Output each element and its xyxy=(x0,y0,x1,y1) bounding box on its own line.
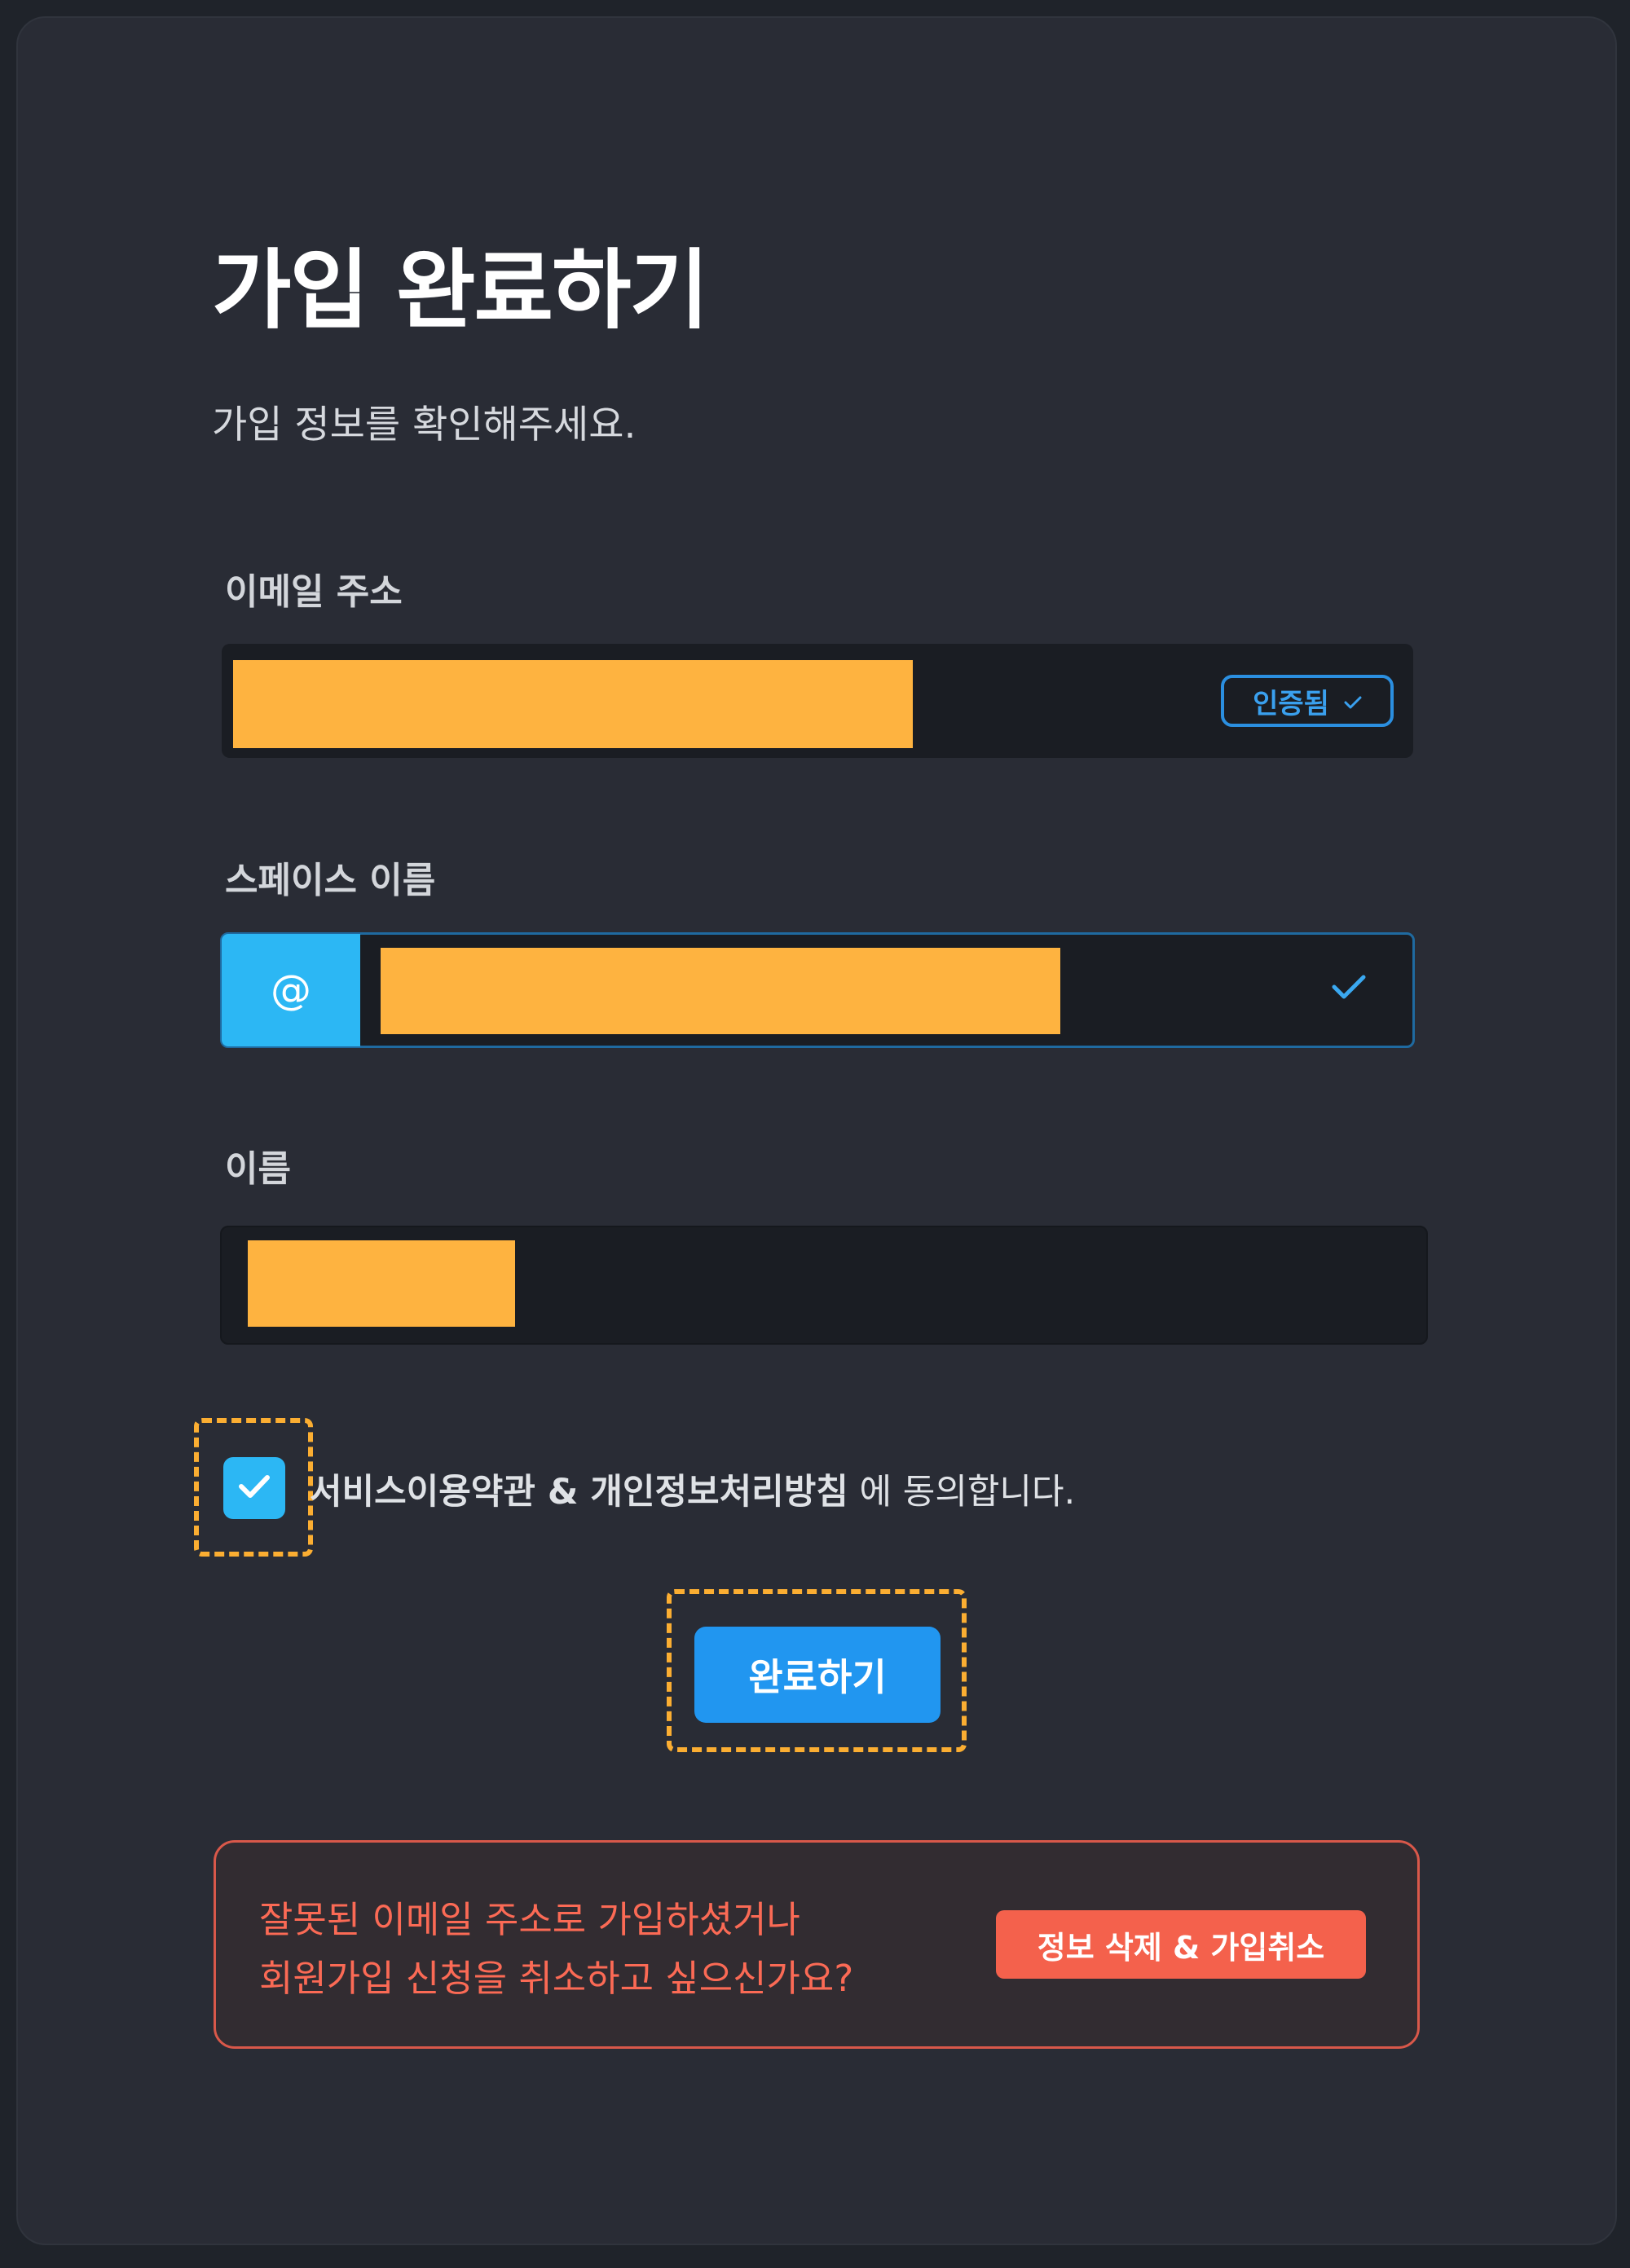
space-name-value-redacted xyxy=(381,948,1060,1034)
space-name-field[interactable] xyxy=(220,932,1415,1048)
agreement-suffix: 에 동의합니다. xyxy=(848,1472,1076,1513)
name-field[interactable] xyxy=(220,1226,1428,1345)
space-name-label: 스페이스 이름 xyxy=(225,860,436,901)
submit-button[interactable]: 완료하기 xyxy=(694,1627,941,1723)
page-title: 가입 완료하기 xyxy=(212,240,709,341)
check-icon xyxy=(1344,685,1362,717)
cancel-message-line-2: 회원가입 신청을 취소하고 싶으신가요? xyxy=(259,1957,854,2000)
check-icon xyxy=(1331,972,1367,1005)
agree-checkbox[interactable] xyxy=(223,1457,285,1519)
verified-badge-label: 인증됨 xyxy=(1253,687,1329,720)
terms-link[interactable]: 서비스이용약관 xyxy=(310,1472,535,1513)
email-label: 이메일 주소 xyxy=(225,571,403,613)
checkmark-icon xyxy=(238,1473,271,1503)
agreement-amp: & xyxy=(535,1472,591,1513)
page-subtitle: 가입 정보를 확인해주세요. xyxy=(212,403,637,447)
cancel-message-line-1: 잘못된 이메일 주소로 가입하셨거나 xyxy=(259,1898,800,1941)
agreement-text: 서비스이용약관 & 개인정보처리방침 에 동의합니다. xyxy=(310,1464,1075,1514)
delete-and-cancel-button[interactable]: 정보 삭제 & 가입취소 xyxy=(996,1910,1366,1979)
privacy-link[interactable]: 개인정보처리방침 xyxy=(590,1472,848,1513)
email-value-redacted xyxy=(233,660,913,748)
name-value-redacted xyxy=(248,1240,515,1327)
at-prefix: @ xyxy=(222,934,360,1046)
name-label: 이름 xyxy=(225,1148,291,1190)
cancel-signup-message: 잘못된 이메일 주소로 가입하셨거나 회원가입 신청을 취소하고 싶으신가요? xyxy=(259,1891,853,2008)
verified-badge: 인증됨 xyxy=(1221,675,1394,727)
